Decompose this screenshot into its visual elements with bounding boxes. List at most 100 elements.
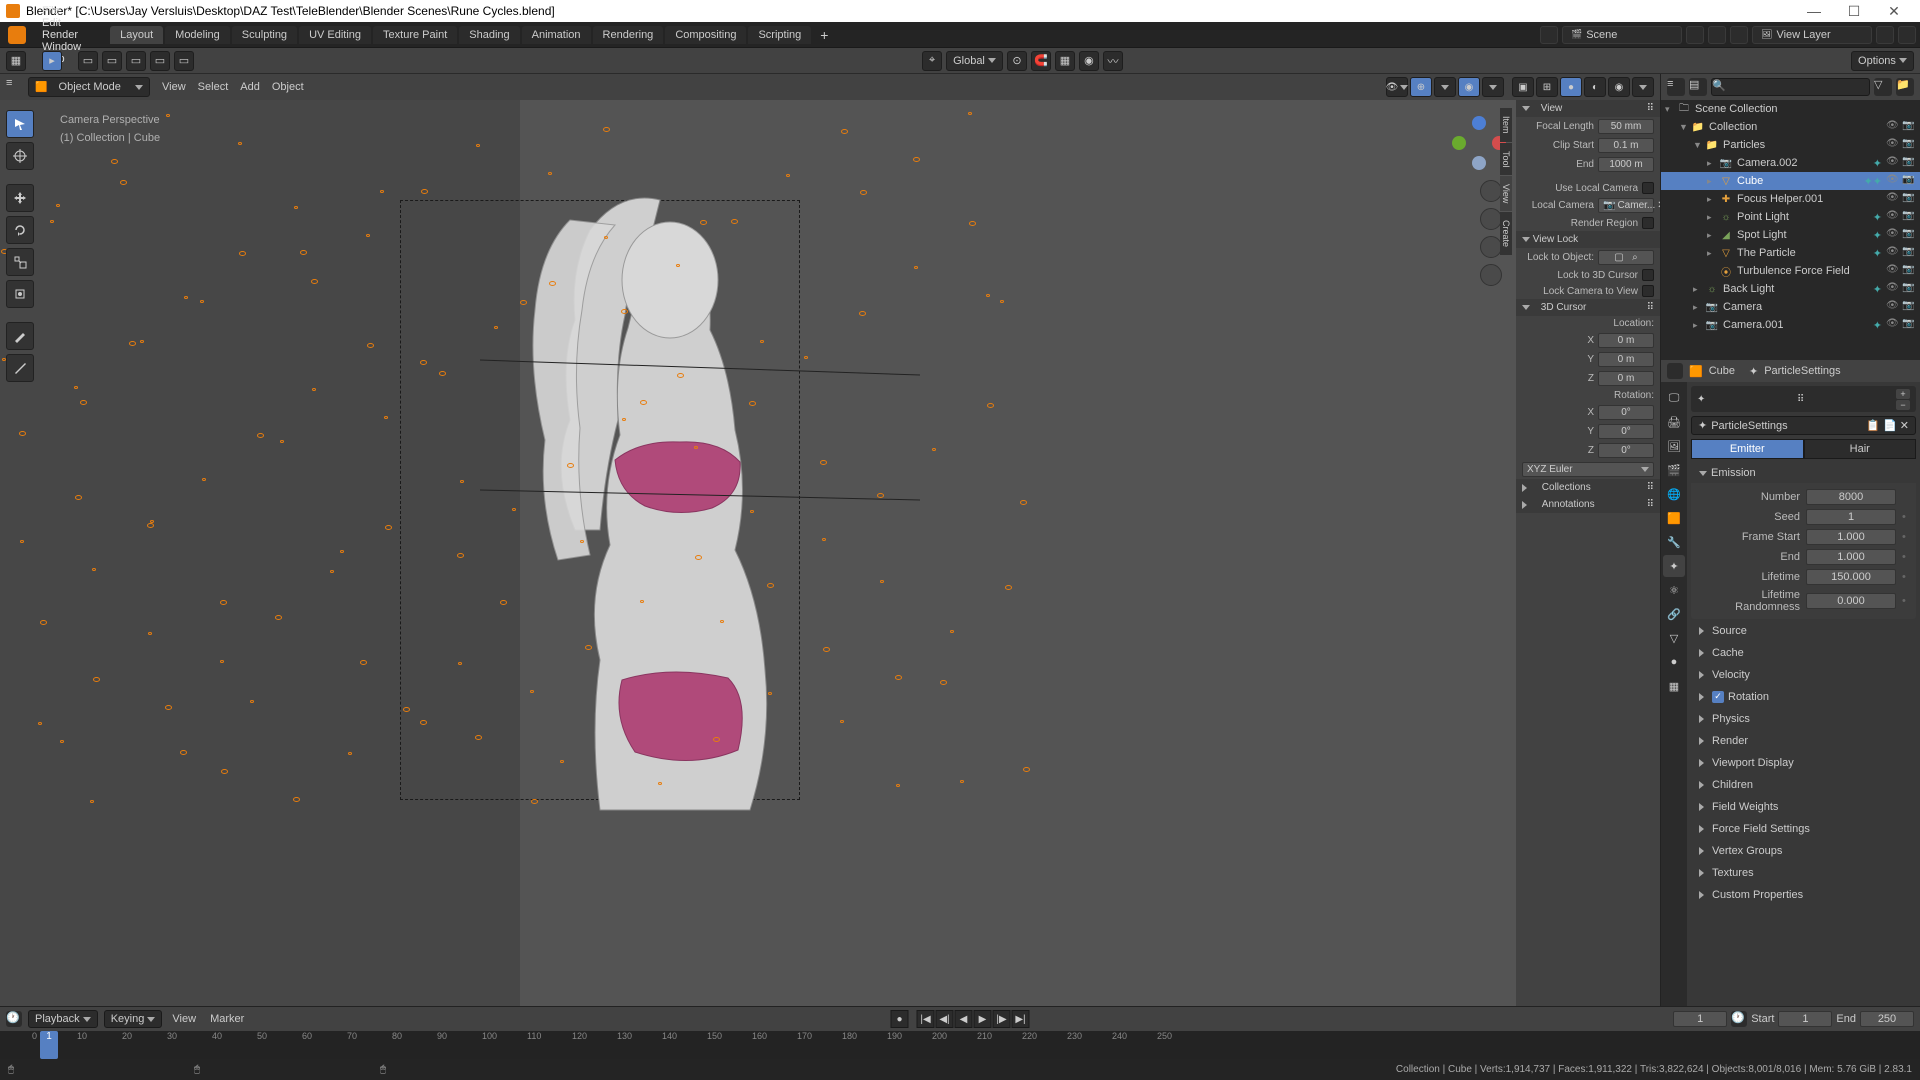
properties-editor-type[interactable] [1667,363,1683,379]
keyframe-prev-button[interactable]: ◀| [936,1010,954,1028]
overlay-toggle[interactable]: ◉ [1458,77,1480,97]
play-reverse-button[interactable]: ◀ [955,1010,973,1028]
orientation-dropdown[interactable]: Global [946,51,1003,71]
viewlayer-delete-button[interactable] [1898,26,1916,44]
use-local-camera-checkbox[interactable] [1642,182,1654,194]
tool-scale[interactable] [6,248,34,276]
overlay-dropdown[interactable] [1482,77,1504,97]
panel-custom-properties-header[interactable]: Custom Properties [1691,885,1916,905]
cursor-x-field[interactable]: 0 m [1598,333,1654,348]
shading-solid[interactable]: ● [1560,77,1582,97]
outliner-new-collection[interactable]: 📁 [1896,78,1914,96]
cursor-rx-field[interactable]: 0° [1598,405,1654,420]
autokey-button[interactable]: ● [891,1010,909,1028]
outliner-item-spot-light[interactable]: ▸◢Spot Light✦👁📷 [1661,226,1920,244]
cursor-z-field[interactable]: 0 m [1598,371,1654,386]
timeline-editor-type[interactable]: 🕐 [6,1011,22,1027]
outliner-item-collection[interactable]: ▼📁Collection👁📷 [1661,118,1920,136]
timeline-view-menu[interactable]: View [168,1013,200,1025]
menu-file[interactable]: File [34,5,89,17]
local-camera-field[interactable]: 📷Camer... ✕ [1598,198,1654,213]
outliner-item-turbulence-force-field[interactable]: ⦿Turbulence Force Field👁📷 [1661,262,1920,280]
editor-corner-icon[interactable]: ≡ [6,77,22,97]
workspace-tab-texture-paint[interactable]: Texture Paint [373,26,457,44]
viewport-menu-select[interactable]: Select [192,81,235,93]
outliner-scene-collection[interactable]: ▾🗀Scene Collection [1661,100,1920,118]
workspace-tab-uv-editing[interactable]: UV Editing [299,26,371,44]
panel-children-header[interactable]: Children [1691,775,1916,795]
particle-settings-name[interactable]: ✦ParticleSettings📋 📄 ✕ [1691,416,1916,435]
view-lock-header[interactable]: View Lock [1516,231,1660,248]
gizmo-dropdown[interactable] [1434,77,1456,97]
prop-tab-physics[interactable]: ⚛ [1663,579,1685,601]
end-frame-field[interactable]: 250 [1860,1011,1914,1027]
tool-select-box[interactable] [6,110,34,138]
panel-cache-header[interactable]: Cache [1691,643,1916,663]
keying-dropdown[interactable]: Keying [104,1010,163,1028]
tool-cursor[interactable] [6,142,34,170]
outliner-item-point-light[interactable]: ▸☼Point Light✦👁📷 [1661,208,1920,226]
workspace-tab-modeling[interactable]: Modeling [165,26,230,44]
select-mode-4[interactable]: ▭ [150,51,170,71]
shading-material[interactable]: ◐ [1584,77,1606,97]
3d-viewport[interactable]: Camera Perspective (1) Collection | Cube [0,100,1660,1006]
clip-end-field[interactable]: 1000 m [1598,157,1654,172]
workspace-tab-rendering[interactable]: Rendering [593,26,664,44]
proportional-type-button[interactable]: 〰 [1103,51,1123,71]
annotations-header[interactable]: Annotations⠿ [1516,496,1660,513]
snap-type-button[interactable]: ▦ [1055,51,1075,71]
proportional-button[interactable]: ◉ [1079,51,1099,71]
emission-panel-header[interactable]: Emission [1691,463,1916,483]
panel-physics-header[interactable]: Physics [1691,709,1916,729]
menu-edit[interactable]: Edit [34,17,89,29]
window-close-button[interactable]: ✕ [1874,3,1914,20]
lock-cursor-checkbox[interactable] [1642,269,1654,281]
cursor-y-field[interactable]: 0 m [1598,352,1654,367]
scene-new-button[interactable] [1686,26,1704,44]
zoom-icon[interactable] [1480,180,1502,202]
scene-delete-button[interactable] [1708,26,1726,44]
playback-dropdown[interactable]: Playback [28,1010,98,1028]
workspace-tab-layout[interactable]: Layout [110,26,163,44]
camera-view-icon[interactable] [1480,236,1502,258]
perspective-toggle-icon[interactable] [1480,264,1502,286]
npanel-view-header[interactable]: View⠿ [1516,100,1660,117]
gizmo-y-axis[interactable] [1452,136,1466,150]
timeline-track[interactable]: 1 01020304050607080901001101201301401501… [0,1031,1920,1059]
workspace-tab-scripting[interactable]: Scripting [748,26,811,44]
prop-tab-texture[interactable]: ▦ [1663,675,1685,697]
outliner-filter-button[interactable]: ▽ [1874,78,1892,96]
preview-range-button[interactable]: 🕐 [1731,1011,1747,1027]
tool-measure[interactable] [6,354,34,382]
pivot-button[interactable]: ⊙ [1007,51,1027,71]
panel-field-weights-header[interactable]: Field Weights [1691,797,1916,817]
shading-rendered[interactable]: ◉ [1608,77,1630,97]
scene-field[interactable]: 🎬Scene [1562,26,1682,44]
workspace-tab-compositing[interactable]: Compositing [665,26,746,44]
shading-wireframe[interactable]: ⊞ [1536,77,1558,97]
panel-render-header[interactable]: Render [1691,731,1916,751]
prop-tab-constraints[interactable]: 🔗 [1663,603,1685,625]
prop-tab-data[interactable]: ▽ [1663,627,1685,649]
particle-slot-add[interactable]: + [1896,389,1910,399]
particle-type-emitter[interactable]: Emitter [1691,439,1804,459]
panel-velocity-header[interactable]: Velocity [1691,665,1916,685]
gizmo-z-axis[interactable] [1472,116,1486,130]
menu-render[interactable]: Render [34,29,89,41]
lifetime-randomness-field[interactable]: 0.000 [1806,593,1896,609]
prop-tab-render[interactable]: 🖵 [1663,387,1685,409]
panel-vertex-groups-header[interactable]: Vertex Groups [1691,841,1916,861]
panel-viewport-display-header[interactable]: Viewport Display [1691,753,1916,773]
tool-annotate[interactable] [6,322,34,350]
workspace-tab-shading[interactable]: Shading [459,26,519,44]
shading-dropdown[interactable] [1632,77,1654,97]
outliner-item-cube[interactable]: ▸▽Cube✦✦👁📷 [1661,172,1920,190]
prop-tab-world[interactable]: 🌐 [1663,483,1685,505]
options-dropdown[interactable]: Options [1851,51,1914,71]
navigation-gizmo[interactable] [1452,116,1506,170]
outliner[interactable]: ▾🗀Scene Collection ▼📁Collection👁📷▼📁Parti… [1661,100,1920,360]
select-mode-5[interactable]: ▭ [174,51,194,71]
viewlayer-new-button[interactable] [1876,26,1894,44]
lock-camera-checkbox[interactable] [1642,285,1654,297]
tool-transform[interactable] [6,280,34,308]
